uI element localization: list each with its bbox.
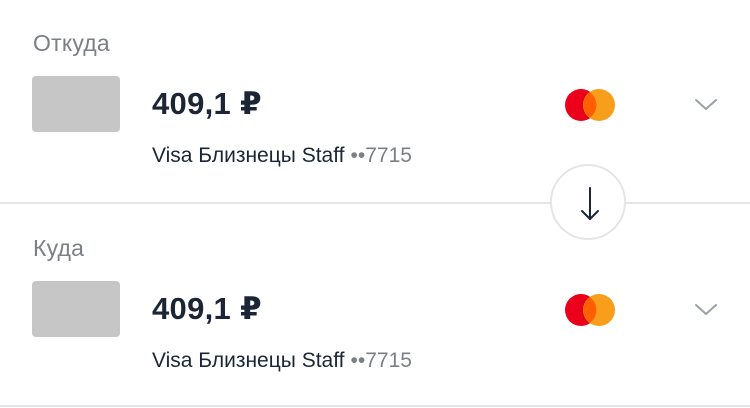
card-mask: ••7715 — [350, 144, 412, 167]
chevron-down-icon[interactable] — [692, 299, 720, 319]
card-name: Visa Близнецы Staff — [152, 144, 345, 167]
to-card-selector[interactable]: 409,1 ₽ Visa Близнецы Staff ••7715 — [0, 279, 750, 399]
swap-button[interactable] — [550, 164, 626, 240]
bottom-divider — [0, 405, 750, 407]
transfer-form: Откуда 409,1 ₽ Visa Близнецы Staff ••7715… — [0, 0, 750, 408]
card-name: Visa Близнецы Staff — [152, 349, 345, 372]
to-label: Куда — [33, 235, 85, 261]
card-balance: 409,1 ₽ — [152, 291, 262, 326]
card-name-line: Visa Близнецы Staff ••7715 — [152, 144, 412, 168]
chevron-down-icon[interactable] — [692, 94, 720, 114]
from-label: Откуда — [33, 30, 110, 56]
mastercard-logo-icon — [565, 294, 615, 326]
card-thumbnail — [32, 281, 120, 337]
from-section: Откуда 409,1 ₽ Visa Близнецы Staff ••7715 — [0, 0, 750, 203]
card-name-line: Visa Близнецы Staff ••7715 — [152, 349, 412, 373]
card-mask: ••7715 — [350, 349, 412, 372]
from-card-selector[interactable]: 409,1 ₽ Visa Близнецы Staff ••7715 — [0, 74, 750, 194]
to-section: Куда 409,1 ₽ Visa Близнецы Staff ••7715 — [0, 203, 750, 406]
card-thumbnail — [32, 76, 120, 132]
arrow-down-icon — [581, 187, 599, 220]
mastercard-logo-icon — [565, 89, 615, 121]
card-balance: 409,1 ₽ — [152, 86, 262, 121]
